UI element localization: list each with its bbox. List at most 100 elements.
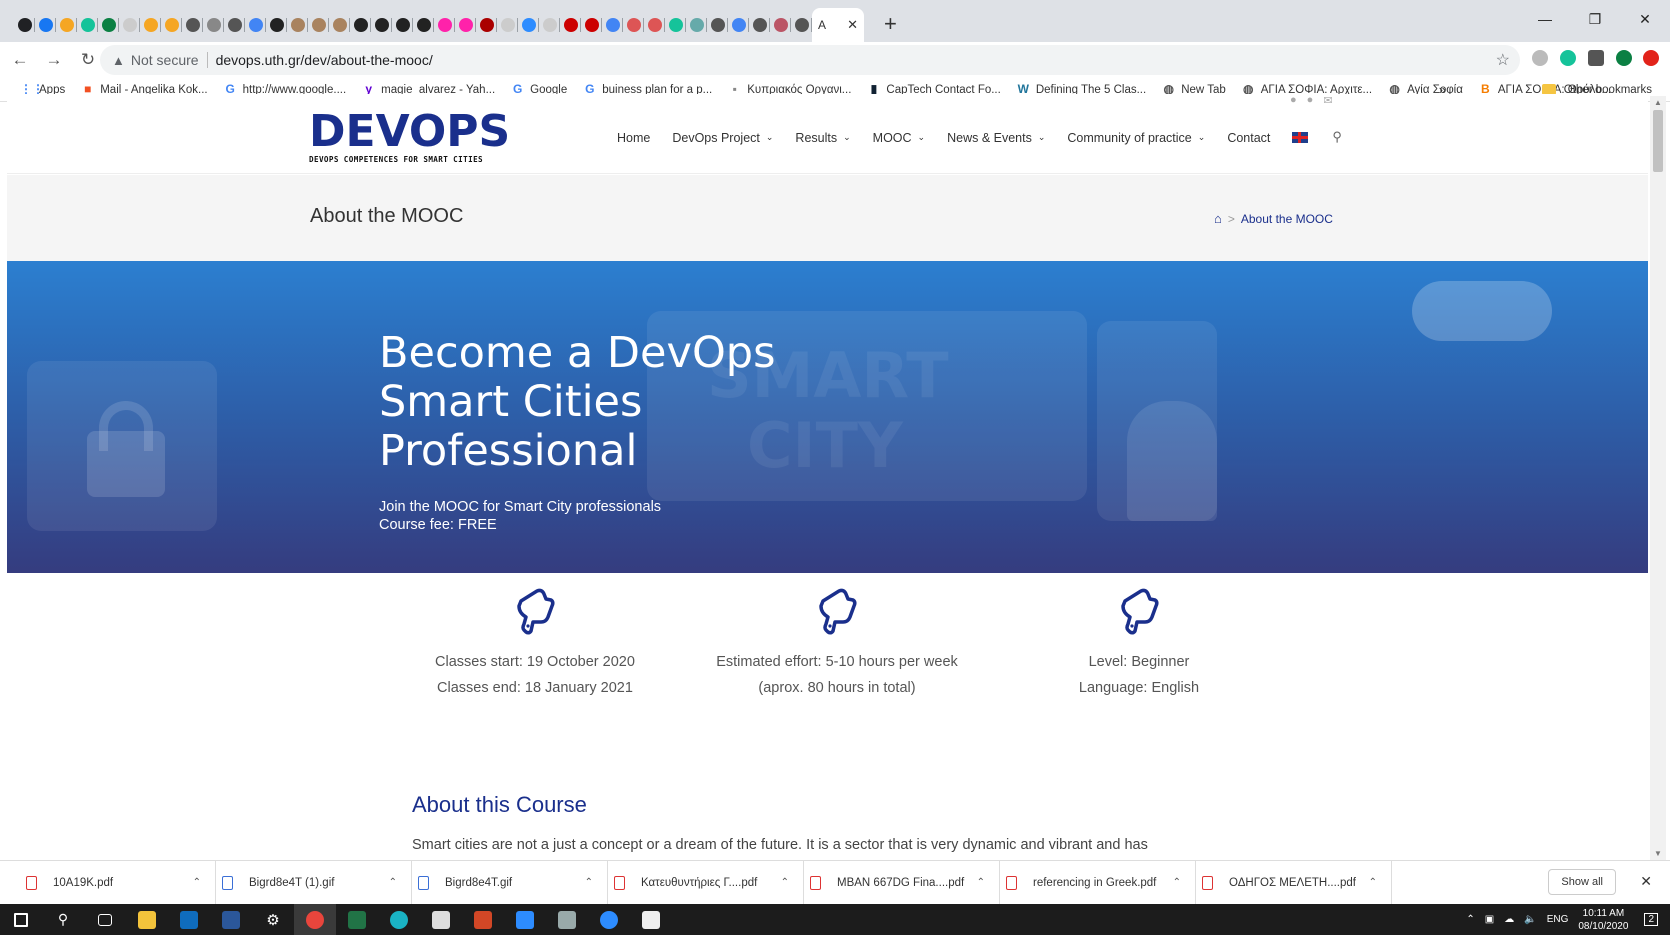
puzzle-icon[interactable] <box>1588 50 1604 66</box>
opera-icon[interactable] <box>1643 50 1659 66</box>
bookmark-star-icon[interactable]: ☆ <box>1496 50 1510 70</box>
browser-tab[interactable] <box>728 10 749 40</box>
browser-tab[interactable] <box>329 10 350 40</box>
download-item[interactable]: Κατευθυντήριες Γ....pdf ⌃ <box>608 860 804 905</box>
language-indicator[interactable]: ENG <box>1547 914 1569 925</box>
task-view-button[interactable] <box>84 904 126 935</box>
browser-tab[interactable] <box>455 10 476 40</box>
browser-tab[interactable] <box>707 10 728 40</box>
scroll-thumb[interactable] <box>1653 110 1663 172</box>
show-all-button[interactable]: Show all <box>1548 869 1616 895</box>
menu-item-results[interactable]: Results ⌄ <box>795 130 850 145</box>
download-item[interactable]: ΟΔΗΓΟΣ ΜΕΛΕΤΗ....pdf ⌃ <box>1196 860 1392 905</box>
reload-button[interactable]: ↻ <box>74 50 102 70</box>
browser-tab[interactable] <box>539 10 560 40</box>
taskbar-explorer[interactable] <box>126 904 168 935</box>
taskbar-app2[interactable] <box>546 904 588 935</box>
close-tab-icon[interactable]: ✕ <box>847 17 858 33</box>
chevron-up-icon[interactable]: ⌃ <box>781 877 789 888</box>
notifications-icon[interactable]: 2 <box>1644 913 1658 926</box>
uk-flag-icon[interactable] <box>1292 132 1309 143</box>
url-text[interactable]: devops.uth.gr/dev/about-the-mooc/ <box>216 52 433 68</box>
browser-tab[interactable] <box>665 10 686 40</box>
browser-tab[interactable] <box>266 10 287 40</box>
taskbar-powerpoint[interactable] <box>462 904 504 935</box>
browser-tab[interactable] <box>791 10 812 40</box>
browser-tab[interactable] <box>686 10 707 40</box>
browser-tab-active[interactable]: A ✕ <box>812 8 864 42</box>
browser-tab[interactable] <box>182 10 203 40</box>
search-icon[interactable]: ⚲ <box>1332 129 1342 145</box>
browser-tab[interactable] <box>623 10 644 40</box>
menu-item-contact[interactable]: Contact <box>1227 130 1270 145</box>
browser-tab[interactable] <box>476 10 497 40</box>
taskbar-settings[interactable]: ⚙ <box>252 904 294 935</box>
download-item[interactable]: Bigrd8e4T (1).gif ⌃ <box>216 860 412 905</box>
browser-tab[interactable] <box>119 10 140 40</box>
download-item[interactable]: Bigrd8e4T.gif ⌃ <box>412 860 608 905</box>
chevron-up-icon[interactable]: ⌃ <box>1173 877 1181 888</box>
browser-tab[interactable] <box>14 10 35 40</box>
browser-tab[interactable] <box>581 10 602 40</box>
close-icon[interactable]: ✕ <box>1640 873 1652 890</box>
taskbar-zoom[interactable] <box>504 904 546 935</box>
forward-button[interactable]: → <box>40 50 68 70</box>
search-button[interactable]: ⚲ <box>42 904 84 935</box>
home-icon[interactable]: ⌂ <box>1214 211 1222 226</box>
browser-tab[interactable] <box>245 10 266 40</box>
restore-button[interactable]: ❐ <box>1570 0 1620 38</box>
volume-icon[interactable]: 🔈 <box>1524 914 1536 925</box>
back-button[interactable]: ← <box>6 50 34 70</box>
browser-tab[interactable] <box>644 10 665 40</box>
start-button[interactable] <box>0 904 42 935</box>
menu-item-devops-project[interactable]: DevOps Project ⌄ <box>672 130 773 145</box>
onedrive-icon[interactable]: ☁ <box>1504 914 1514 925</box>
browser-tab[interactable] <box>140 10 161 40</box>
site-logo[interactable]: DEVOPS DEVOPS COMPETENCES FOR SMART CITI… <box>309 110 510 166</box>
browser-tab[interactable] <box>518 10 539 40</box>
taskbar-photos[interactable] <box>630 904 672 935</box>
address-bar[interactable]: ▲ Not secure devops.uth.gr/dev/about-the… <box>100 45 1520 75</box>
browser-tab[interactable] <box>98 10 119 40</box>
taskbar-word[interactable] <box>210 904 252 935</box>
browser-tab[interactable] <box>413 10 434 40</box>
browser-tab[interactable] <box>602 10 623 40</box>
taskbar-app[interactable] <box>378 904 420 935</box>
chevron-up-icon[interactable]: ⌃ <box>193 877 201 888</box>
scroll-up-icon[interactable]: ▲ <box>1654 98 1662 107</box>
menu-item-mooc[interactable]: MOOC ⌄ <box>873 130 925 145</box>
download-item[interactable]: referencing in Greek.pdf ⌃ <box>1000 860 1196 905</box>
browser-tab[interactable] <box>161 10 182 40</box>
taskbar-excel[interactable] <box>336 904 378 935</box>
network-icon[interactable]: ▣ <box>1485 914 1494 925</box>
browser-tab[interactable] <box>77 10 98 40</box>
browser-tab[interactable] <box>770 10 791 40</box>
scroll-down-icon[interactable]: ▼ <box>1654 849 1662 858</box>
browser-tab[interactable] <box>434 10 455 40</box>
profile-avatar[interactable] <box>1616 50 1632 66</box>
chevron-up-icon[interactable]: ⌃ <box>1466 914 1474 925</box>
browser-tab[interactable] <box>287 10 308 40</box>
browser-tab[interactable] <box>350 10 371 40</box>
taskbar-zoom2[interactable] <box>588 904 630 935</box>
minimize-button[interactable]: — <box>1520 0 1570 38</box>
browser-tab[interactable] <box>203 10 224 40</box>
chevron-up-icon[interactable]: ⌃ <box>389 877 397 888</box>
browser-tab[interactable] <box>308 10 329 40</box>
chevron-up-icon[interactable]: ⌃ <box>1369 877 1377 888</box>
browser-tab[interactable] <box>56 10 77 40</box>
chevron-up-icon[interactable]: ⌃ <box>977 877 985 888</box>
chevron-up-icon[interactable]: ⌃ <box>585 877 593 888</box>
browser-tab[interactable] <box>560 10 581 40</box>
menu-item-home[interactable]: Home <box>617 130 650 145</box>
browser-tab[interactable] <box>371 10 392 40</box>
new-tab-button[interactable]: + <box>884 8 897 42</box>
menu-item-community-of-practice[interactable]: Community of practice ⌄ <box>1067 130 1205 145</box>
taskbar-7zip[interactable] <box>420 904 462 935</box>
page-scrollbar[interactable]: ▲ ▼ <box>1650 96 1666 860</box>
extension-icon[interactable] <box>1532 50 1548 66</box>
grammarly-icon[interactable] <box>1560 50 1576 66</box>
menu-item-news-events[interactable]: News & Events ⌄ <box>947 130 1045 145</box>
download-item[interactable]: 10A19K.pdf ⌃ <box>20 860 216 905</box>
taskbar-outlook[interactable] <box>168 904 210 935</box>
